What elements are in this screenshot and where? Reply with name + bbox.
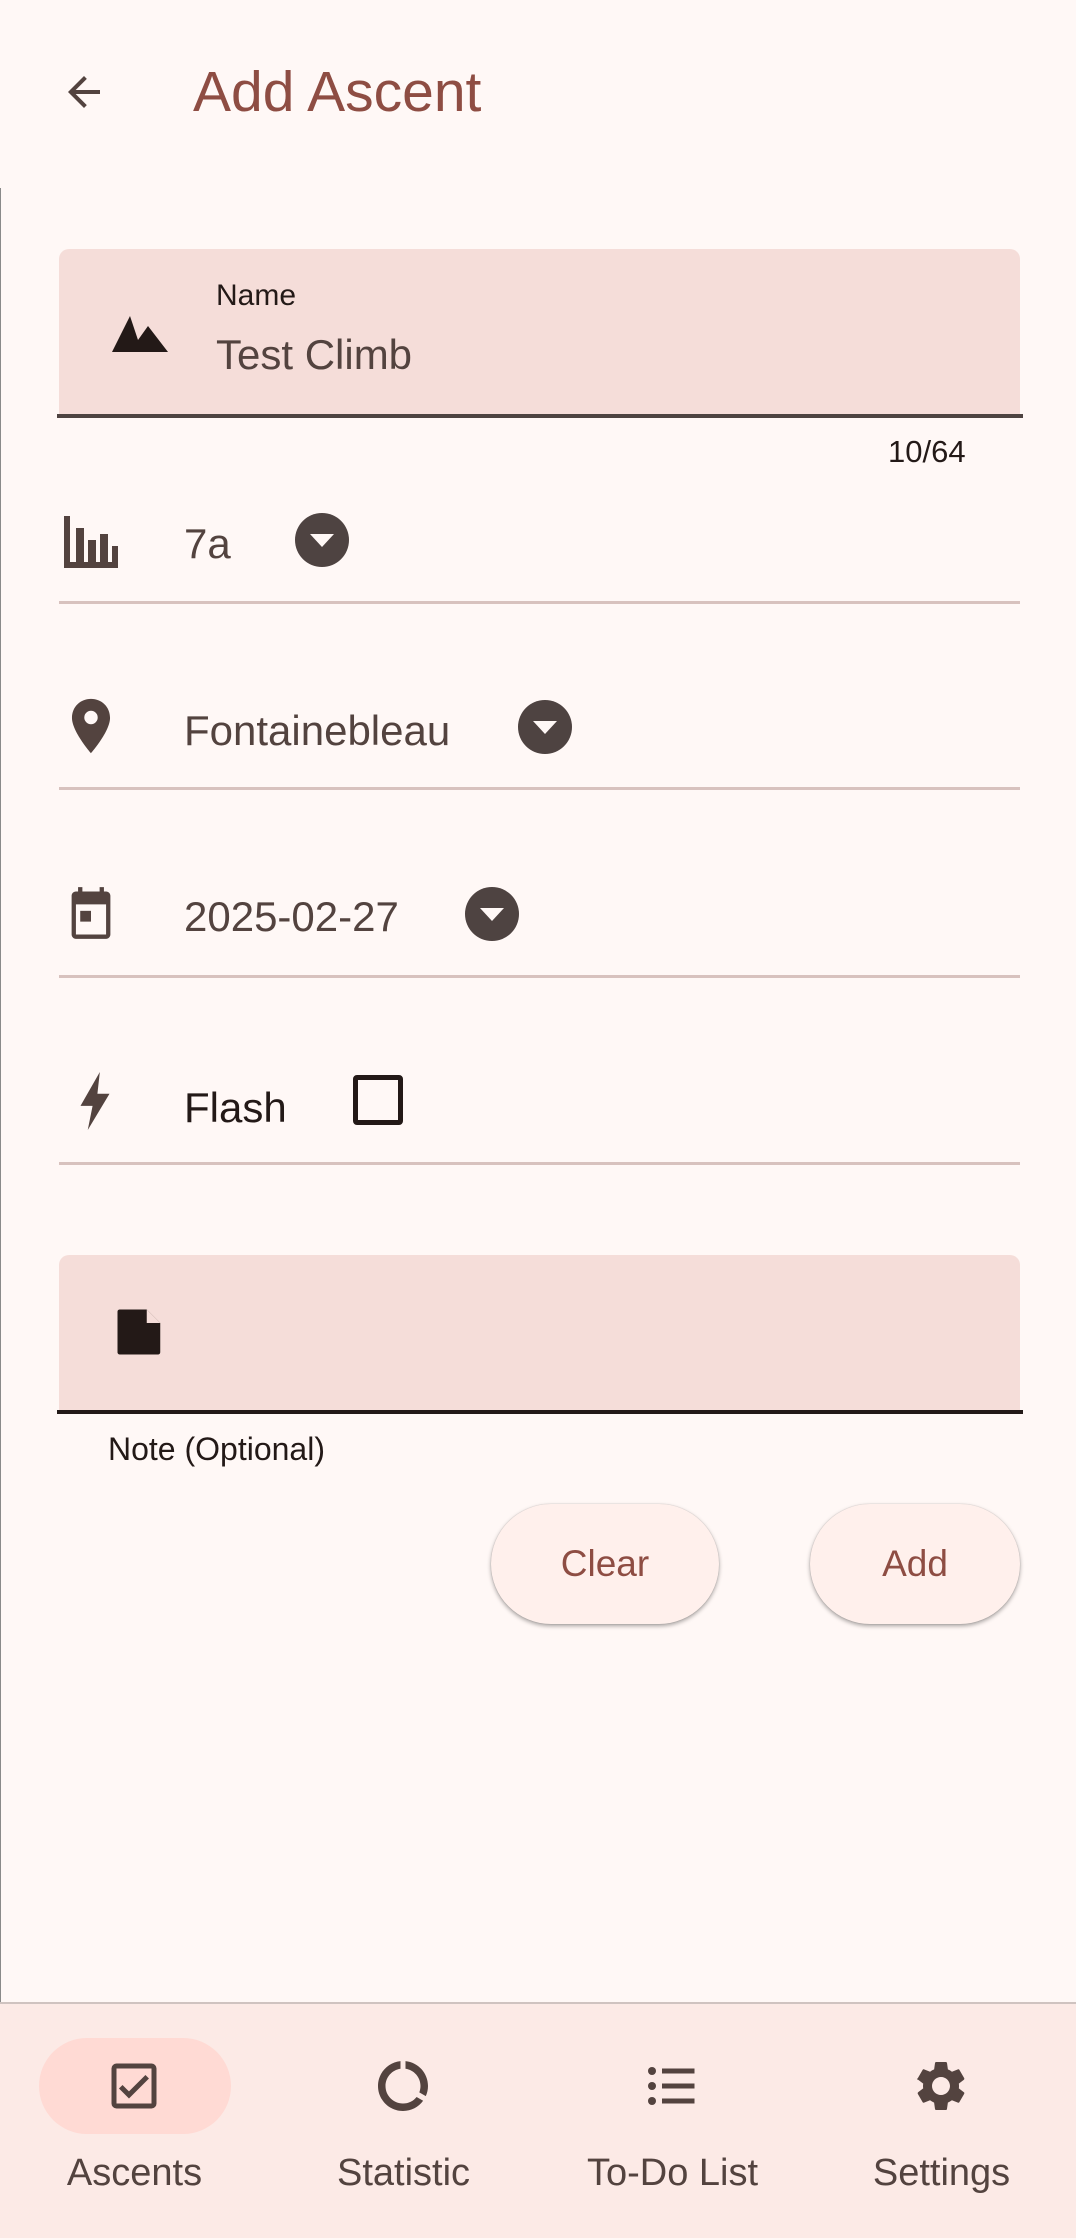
flash-checkbox[interactable] bbox=[353, 1075, 403, 1125]
note-input[interactable] bbox=[190, 1305, 994, 1367]
location-value: Fontainebleau bbox=[184, 707, 451, 754]
nav-item-ascents[interactable]: Ascents bbox=[0, 2004, 269, 2240]
note-field-underline bbox=[57, 1410, 1023, 1414]
terrain-icon bbox=[112, 316, 168, 352]
note-field-label: Note (Optional) bbox=[108, 1431, 325, 1467]
date-value: 2025-02-27 bbox=[184, 893, 399, 940]
nav-label: Statistic bbox=[336, 2152, 471, 2194]
bottom-navigation: Ascents Statistic To-Do List Settings bbox=[0, 2002, 1076, 2238]
date-dropdown-button[interactable] bbox=[465, 887, 519, 941]
location-pin-icon bbox=[71, 698, 111, 754]
left-edge-rule bbox=[0, 188, 1, 2003]
back-button[interactable] bbox=[52, 60, 116, 124]
nav-label: To-Do List bbox=[586, 2152, 759, 2194]
chevron-down-icon bbox=[533, 721, 557, 734]
gear-icon bbox=[916, 2062, 965, 2110]
nav-item-settings[interactable]: Settings bbox=[807, 2004, 1076, 2240]
date-row-icon-wrap bbox=[62, 884, 120, 942]
bar-chart-icon bbox=[64, 516, 118, 568]
page-title: Add Ascent bbox=[193, 60, 482, 124]
date-divider bbox=[59, 975, 1020, 978]
name-field-underline bbox=[57, 414, 1023, 418]
clear-button[interactable]: Clear bbox=[491, 1504, 719, 1624]
flash-label: Flash bbox=[184, 1084, 287, 1131]
add-button[interactable]: Add bbox=[810, 1504, 1020, 1624]
name-input[interactable] bbox=[216, 329, 976, 381]
location-dropdown-button[interactable] bbox=[518, 700, 572, 754]
nav-item-statistic[interactable]: Statistic bbox=[269, 2004, 538, 2240]
chevron-down-icon bbox=[310, 534, 334, 547]
donut-chart-icon bbox=[378, 2061, 428, 2111]
chevron-down-icon bbox=[480, 908, 504, 921]
grade-row-icon-wrap bbox=[62, 513, 120, 571]
nav-item-todo-list[interactable]: To-Do List bbox=[538, 2004, 807, 2240]
arrow-back-icon bbox=[68, 76, 100, 108]
location-row-icon-wrap bbox=[62, 697, 120, 755]
note-icon bbox=[117, 1309, 161, 1355]
nav-label: Settings bbox=[872, 2152, 1011, 2194]
flash-icon bbox=[80, 1072, 110, 1130]
list-icon bbox=[648, 2067, 695, 2105]
check-box-icon bbox=[111, 2063, 157, 2109]
grade-dropdown-button[interactable] bbox=[295, 513, 349, 567]
calendar-icon bbox=[71, 887, 111, 939]
flash-divider bbox=[59, 1162, 1020, 1165]
location-divider bbox=[59, 787, 1020, 790]
name-field-label: Name bbox=[216, 279, 297, 312]
grade-divider bbox=[59, 601, 1020, 604]
name-char-counter: 10/64 bbox=[888, 434, 966, 469]
nav-label: Ascents bbox=[66, 2152, 203, 2194]
grade-value: 7a bbox=[184, 520, 231, 567]
flash-row-icon-wrap bbox=[66, 1072, 124, 1130]
